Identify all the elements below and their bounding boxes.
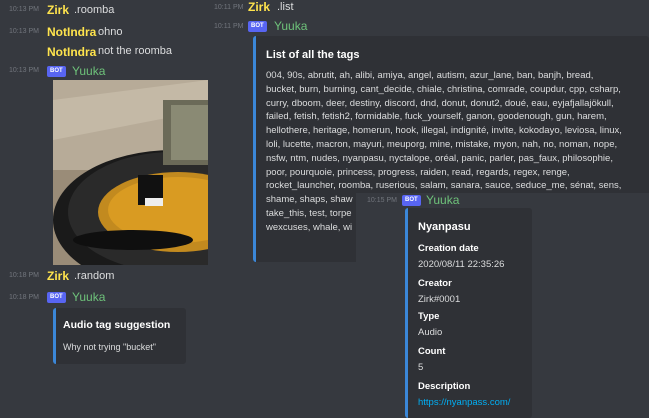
audio-suggestion-embed: Audio tag suggestion Why not trying "buc… <box>53 308 186 364</box>
username[interactable]: Yuuka <box>72 290 105 304</box>
username[interactable]: Yuuka <box>426 193 459 207</box>
description-link[interactable]: https://nyanpass.com/ <box>418 397 510 408</box>
message-text: .list <box>277 1 294 13</box>
embed-title: List of all the tags <box>266 49 360 61</box>
message-text: .roomba <box>74 4 115 16</box>
message-text: not the roomba <box>98 45 172 57</box>
tag-line: rocket_launcher, roomba, ruserious, sala… <box>266 180 622 192</box>
username[interactable]: Zirk <box>47 269 69 283</box>
roomba-image <box>53 80 208 265</box>
field-value: Audio <box>418 327 443 338</box>
tag-line: nsfw, ntm, nudes, nyanpasu, nyctalope, o… <box>266 152 613 164</box>
bot-badge: BOT <box>47 292 66 303</box>
message-text: ohno <box>98 26 123 38</box>
tag-line: poor, pourquoie, princess, progress, rai… <box>266 166 570 178</box>
message-timestamp: 10:13 PM <box>9 67 39 74</box>
message-timestamp: 10:13 PM <box>9 6 39 13</box>
username[interactable]: Zirk <box>47 3 69 17</box>
tag-line: bucket, burn, burning, cant_decide, chia… <box>266 83 621 95</box>
field-name: Count <box>418 346 446 357</box>
field-name: Description <box>418 381 471 392</box>
username[interactable]: Yuuka <box>72 64 105 78</box>
username[interactable]: Zirk <box>248 0 270 14</box>
field-value: 5 <box>418 362 424 373</box>
field-name: Type <box>418 311 440 322</box>
tag-info-embed: Nyanpasu Creation date 2020/08/11 22:35:… <box>405 208 532 418</box>
chat-panel-info: 10:15 PM BOT Yuuka Nyanpasu Creation dat… <box>356 193 649 418</box>
field-value: Zirk#0001 <box>418 294 461 305</box>
message-timestamp: 10:18 PM <box>9 272 39 279</box>
field-name: Creator <box>418 278 452 289</box>
roomba-photo[interactable] <box>53 80 208 265</box>
message-text: .random <box>74 270 115 282</box>
username[interactable]: NotIndra <box>47 25 96 39</box>
embed-title: Audio tag suggestion <box>63 319 171 331</box>
bot-badge: BOT <box>47 66 66 77</box>
tag-line: loli, lucette, macron, mayuri, meuporg, … <box>266 138 618 150</box>
message-timestamp: 10:13 PM <box>9 28 39 35</box>
message-timestamp: 10:11 PM <box>214 23 244 30</box>
embed-description: Why not trying "bucket" <box>63 342 156 352</box>
username[interactable]: NotIndra <box>47 45 96 59</box>
tag-line: failed, fetish, fetish2, formidable, fuc… <box>266 111 607 123</box>
message-timestamp: 10:18 PM <box>9 294 39 301</box>
embed-title: Nyanpasu <box>418 221 471 233</box>
field-name: Creation date <box>418 243 479 254</box>
field-value: 2020/08/11 22:35:26 <box>418 259 505 270</box>
bot-badge: BOT <box>248 21 267 32</box>
username[interactable]: Yuuka <box>274 19 307 33</box>
tag-line: hellothere, heritage, homerun, hook, ill… <box>266 125 622 137</box>
message-timestamp: 10:15 PM <box>367 197 397 204</box>
bot-badge: BOT <box>402 195 421 206</box>
message-timestamp: 10:11 PM <box>214 4 244 11</box>
tag-line: 004, 90s, abrutit, ah, alibi, amiya, ang… <box>266 70 594 81</box>
tag-line: curry, dboom, deer, destiny, discord, dn… <box>266 97 614 109</box>
